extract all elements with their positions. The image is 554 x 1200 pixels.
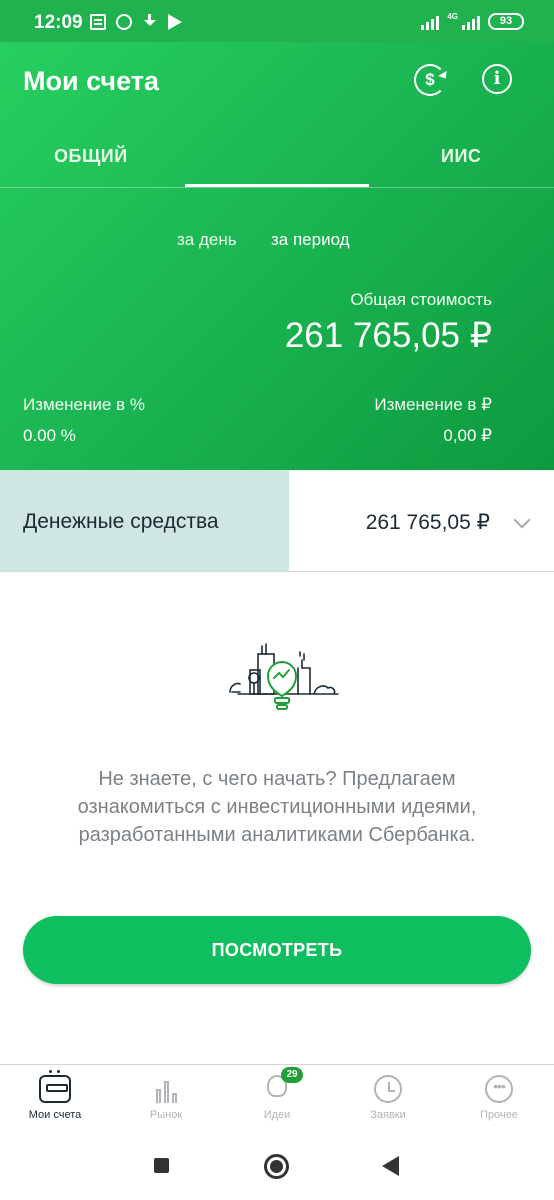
wallet-icon (39, 1070, 71, 1103)
nav-item-orders[interactable]: Заявки (343, 1075, 433, 1121)
tab-divider (0, 187, 554, 188)
bar-chart-icon (150, 1075, 182, 1103)
nav-item-ideas[interactable]: 29 Идеи (232, 1067, 322, 1121)
cash-label: Денежные средства (23, 510, 219, 533)
status-bar: 12:09 4G 93 (0, 0, 554, 42)
message-icon (90, 14, 106, 30)
nav-item-more[interactable]: ••• Прочее (454, 1075, 544, 1121)
city-lightbulb-illustration (229, 643, 339, 710)
investment-ideas-hint: Не знаете, с чего начать? Предлагаем озн… (77, 768, 477, 846)
tab-general[interactable]: ОБЩИЙ (54, 146, 128, 167)
whatsapp-icon (116, 14, 132, 30)
more-icon: ••• (485, 1075, 513, 1103)
signal-icon (421, 14, 440, 30)
change-rub-label: Изменение в ₽ (374, 395, 492, 414)
info-icon[interactable]: i (482, 64, 512, 94)
change-rub-value: 0,00 ₽ (443, 426, 492, 445)
home-icon[interactable] (264, 1154, 289, 1179)
tab-iis[interactable]: ИИС (441, 146, 481, 167)
status-time: 12:09 (34, 12, 83, 33)
chevron-down-icon[interactable] (513, 511, 531, 529)
back-icon[interactable] (382, 1156, 399, 1176)
system-navigation-bar (0, 1134, 554, 1200)
nav-label-orders: Заявки (370, 1109, 406, 1121)
recent-apps-icon[interactable] (154, 1158, 169, 1173)
period-range-toggle[interactable]: за период (271, 230, 350, 250)
nav-label-ideas: Идеи (263, 1109, 291, 1121)
signal-4g-icon (462, 14, 480, 30)
cash-row[interactable]: Денежные средства 261 765,05 ₽ (0, 470, 554, 572)
network-type: 4G (447, 12, 458, 21)
bottom-navigation: Мои счета Рынок 29 Идеи Заявки ••• Проче… (0, 1064, 554, 1134)
nav-label-more: Прочее (480, 1109, 518, 1121)
change-percent-label: Изменение в % (23, 395, 145, 414)
currency-exchange-icon[interactable]: $ (414, 64, 446, 96)
period-day-toggle[interactable]: за день (177, 230, 237, 250)
accounts-header: Мои счета $ i ОБЩИЙ ИИС за день за перио… (0, 42, 554, 470)
nav-label-market: Рынок (149, 1109, 183, 1121)
clock-icon (374, 1075, 402, 1103)
total-value-label: Общая стоимость (350, 290, 492, 309)
change-percent-value: 0.00 % (23, 426, 76, 445)
status-system-icons: 4G 93 (421, 13, 524, 30)
status-notification-icons (90, 14, 182, 30)
nav-item-market[interactable]: Рынок (121, 1075, 211, 1121)
nav-label-accounts: Мои счета (28, 1109, 82, 1121)
view-ideas-button[interactable]: ПОСМОТРЕТЬ (23, 916, 531, 984)
nav-item-accounts[interactable]: Мои счета (10, 1070, 100, 1121)
ideas-badge: 29 (281, 1067, 303, 1083)
play-store-icon (168, 14, 182, 30)
total-value: 261 765,05 ₽ (284, 316, 492, 355)
download-icon (142, 14, 158, 30)
page-title: Мои счета (23, 66, 159, 96)
ideas-icon-wrap: 29 (261, 1067, 303, 1103)
cash-value: 261 765,05 ₽ (365, 511, 490, 534)
battery-icon: 93 (488, 13, 524, 30)
